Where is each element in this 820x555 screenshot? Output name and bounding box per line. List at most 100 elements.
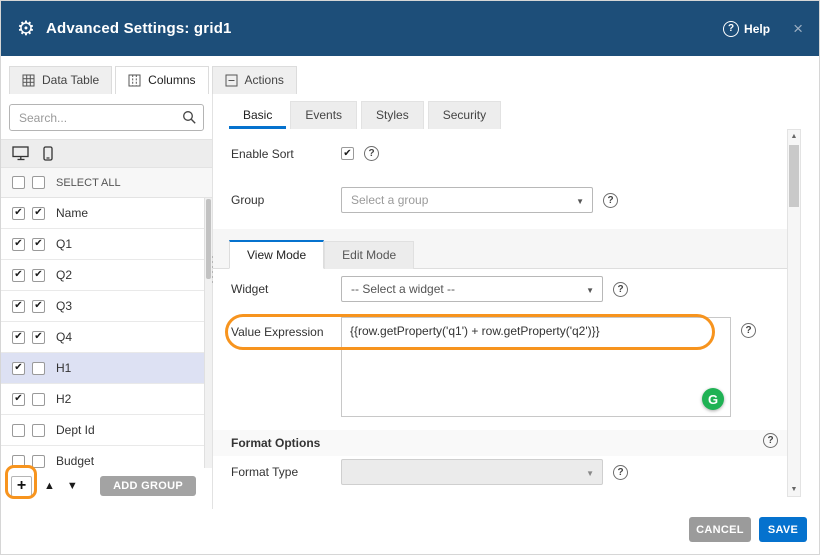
column-label: Q1	[56, 237, 72, 251]
group-label: Group	[231, 193, 341, 207]
desktop-checkbox[interactable]: ✔	[12, 269, 25, 282]
format-type-select[interactable]: ▼	[341, 459, 603, 485]
list-item[interactable]: ✔H1	[1, 353, 212, 384]
desktop-checkbox[interactable]: ✔	[12, 393, 25, 406]
tab-label: Actions	[245, 73, 284, 87]
mobile-checkbox[interactable]	[32, 455, 45, 468]
list-scrollbar[interactable]	[204, 198, 212, 468]
column-label: Q2	[56, 268, 72, 282]
list-item[interactable]: ✔ H2	[1, 384, 212, 415]
widget-label: Widget	[231, 282, 341, 296]
group-select[interactable]: Select a group ▼	[341, 187, 593, 213]
chevron-down-icon: ▼	[576, 197, 584, 206]
column-list: ✔✔Name✔✔Q1✔✔Q2✔✔Q3✔✔Q4✔H1✔H2Dept IdBudge…	[1, 198, 212, 468]
select-all-row[interactable]: SELECT ALL	[1, 168, 212, 198]
value-expression-help-icon[interactable]: ?	[741, 323, 756, 338]
list-item[interactable]: ✔ ✔ Name	[1, 198, 212, 229]
desktop-icon[interactable]	[12, 146, 30, 161]
tab-label: Columns	[148, 73, 195, 87]
list-item[interactable]: ✔ ✔ Q1	[1, 229, 212, 260]
search-icon[interactable]	[182, 110, 197, 125]
mode-tab-bar: View Mode Edit Mode	[229, 240, 414, 269]
list-item[interactable]: Dept Id	[1, 415, 212, 446]
scroll-up-icon[interactable]: ▲	[788, 130, 800, 143]
desktop-checkbox[interactable]: ✔	[12, 300, 25, 313]
enable-sort-help-icon[interactable]: ?	[364, 146, 379, 161]
group-help-icon[interactable]: ?	[603, 193, 618, 208]
move-down-button[interactable]: ▼	[67, 480, 78, 492]
tab-edit-mode[interactable]: Edit Mode	[324, 241, 414, 269]
add-group-button[interactable]: ADD GROUP	[100, 476, 196, 496]
desktop-checkbox[interactable]: ✔	[12, 238, 25, 251]
group-select-value: Select a group	[351, 193, 428, 207]
column-label: Dept Id	[56, 423, 95, 437]
detail-tab-bar: Basic Events Styles Security	[213, 94, 819, 129]
help-icon[interactable]: ?	[723, 21, 739, 37]
panel-scrollbar[interactable]: ▲ ▼	[787, 129, 801, 497]
widget-help-icon[interactable]: ?	[613, 282, 628, 297]
tab-security[interactable]: Security	[428, 101, 501, 129]
list-item[interactable]: ✔ ✔ Q4	[1, 322, 212, 353]
desktop-checkbox[interactable]	[12, 424, 25, 437]
select-all-mobile-checkbox[interactable]	[32, 176, 45, 189]
mobile-checkbox[interactable]	[32, 393, 45, 406]
widget-select-value: -- Select a widget --	[351, 282, 455, 296]
move-up-button[interactable]: ▲	[44, 480, 55, 492]
mobile-checkbox[interactable]: ✔	[32, 207, 45, 220]
group-row: Group Select a group ▼ ?	[231, 187, 618, 213]
list-item[interactable]: Budget	[1, 446, 212, 468]
list-item[interactable]: ✔ ✔ Q2	[1, 260, 212, 291]
value-expression-label: Value Expression	[231, 317, 341, 339]
format-type-help-icon[interactable]: ?	[613, 465, 628, 480]
mobile-checkbox[interactable]: ✔	[32, 331, 45, 344]
tab-view-mode[interactable]: View Mode	[229, 240, 324, 269]
select-all-desktop-checkbox[interactable]	[12, 176, 25, 189]
mobile-checkbox[interactable]: ✔	[32, 238, 45, 251]
tab-actions[interactable]: Actions	[212, 66, 297, 94]
value-expression-input[interactable]: {{row.getProperty('q1') + row.getPropert…	[341, 317, 731, 417]
value-expression-field: {{row.getProperty('q1') + row.getPropert…	[341, 317, 731, 417]
columns-icon	[128, 74, 141, 87]
dialog-header: ⚙ Advanced Settings: grid1 ? Help ×	[1, 1, 819, 56]
format-options-help-icon[interactable]: ?	[763, 433, 778, 448]
column-detail-panel: Basic Events Styles Security Enable Sort…	[213, 94, 819, 509]
mobile-checkbox[interactable]: ✔	[32, 300, 45, 313]
column-label: H2	[56, 392, 71, 406]
mobile-checkbox[interactable]	[32, 362, 45, 375]
header-actions: ? Help ×	[723, 20, 803, 37]
scroll-down-icon[interactable]: ▼	[788, 483, 800, 496]
advanced-settings-dialog: ⚙ Advanced Settings: grid1 ? Help × Data…	[0, 0, 820, 555]
search-input[interactable]	[10, 105, 203, 130]
add-column-button[interactable]: +	[11, 476, 32, 497]
data-table-icon	[22, 74, 35, 87]
column-label: Name	[56, 206, 88, 220]
gear-icon: ⚙	[17, 19, 35, 39]
cancel-button[interactable]: CANCEL	[689, 517, 751, 542]
columns-list-panel: SELECT ALL ✔✔Name✔✔Q1✔✔Q2✔✔Q3✔✔Q4✔H1✔H2D…	[1, 94, 213, 509]
list-item[interactable]: ✔ ✔ Q3	[1, 291, 212, 322]
tab-styles[interactable]: Styles	[361, 101, 424, 129]
desktop-checkbox[interactable]: ✔	[12, 362, 25, 375]
tab-basic[interactable]: Basic	[229, 101, 286, 129]
panel-scrollbar-thumb[interactable]	[789, 145, 799, 207]
mobile-checkbox[interactable]: ✔	[32, 269, 45, 282]
desktop-checkbox[interactable]: ✔	[12, 331, 25, 344]
tab-columns[interactable]: Columns	[115, 66, 208, 94]
column-label: Budget	[56, 454, 94, 468]
help-link[interactable]: Help	[744, 22, 770, 36]
mobile-icon[interactable]	[43, 146, 53, 161]
save-button[interactable]: SAVE	[759, 517, 807, 542]
column-label: Q3	[56, 299, 72, 313]
column-label: Q4	[56, 330, 72, 344]
tab-label: Data Table	[42, 73, 99, 87]
enable-sort-checkbox[interactable]: ✔	[341, 147, 354, 160]
tab-events[interactable]: Events	[290, 101, 357, 129]
desktop-checkbox[interactable]: ✔	[12, 207, 25, 220]
desktop-checkbox[interactable]	[12, 455, 25, 468]
grammarly-icon[interactable]: G	[702, 388, 724, 410]
format-type-label: Format Type	[231, 465, 341, 479]
mobile-checkbox[interactable]	[32, 424, 45, 437]
widget-select[interactable]: -- Select a widget -- ▼	[341, 276, 603, 302]
close-icon[interactable]: ×	[793, 20, 803, 37]
tab-data-table[interactable]: Data Table	[9, 66, 112, 94]
